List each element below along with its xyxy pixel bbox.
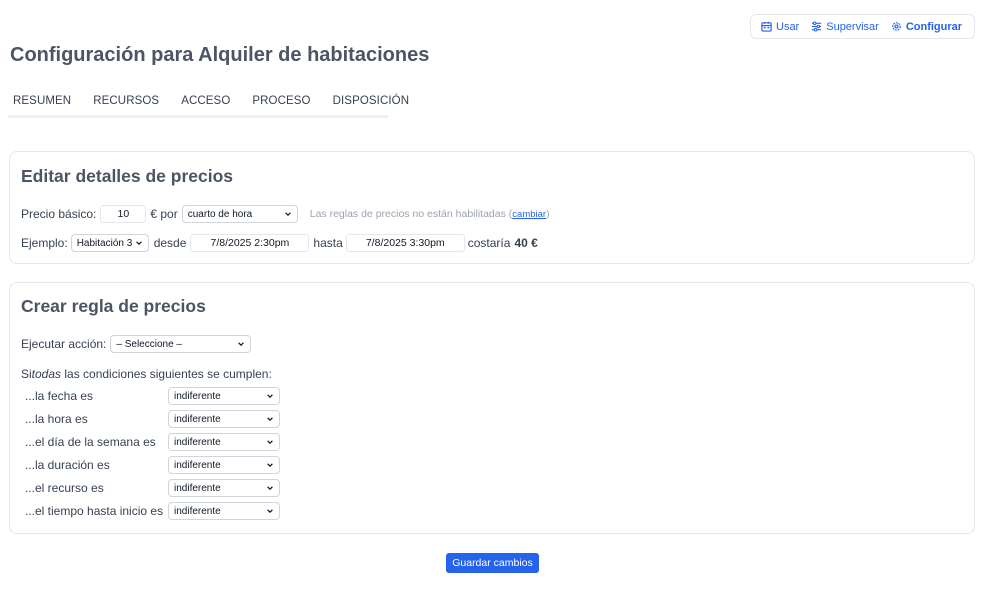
- per-label: € por: [150, 207, 178, 221]
- condition-value: indiferente: [174, 505, 221, 517]
- tab-layout[interactable]: DISPOSICIÓN: [328, 92, 415, 115]
- rules-disabled-note: Las reglas de precios no están habilitad…: [310, 208, 550, 220]
- chevron-down-icon: [267, 509, 273, 514]
- condition-lead-time-select[interactable]: indiferente: [168, 502, 280, 520]
- action-select[interactable]: – Seleccione –: [110, 335, 252, 353]
- calendar-icon: [761, 21, 772, 32]
- condition-value: indiferente: [174, 482, 221, 494]
- rule-card: Crear regla de precios Ejecutar acción: …: [9, 282, 975, 534]
- nav-use-label: Usar: [776, 20, 800, 33]
- tab-summary[interactable]: RESUMEN: [8, 92, 76, 115]
- action-value: – Seleccione –: [116, 338, 182, 350]
- condition-value: indiferente: [174, 413, 221, 425]
- base-price-input[interactable]: 10: [100, 205, 147, 223]
- condition-row-resource: ...el recurso es indiferente: [25, 479, 280, 497]
- gear-icon: [892, 22, 901, 31]
- condition-label: ...el recurso es: [25, 481, 104, 495]
- to-datetime-input[interactable]: 7/8/2025 3:30pm: [345, 234, 465, 252]
- rules-note-text: Las reglas de precios no están habilitad…: [309, 208, 513, 220]
- condition-duration-select[interactable]: indiferente: [168, 456, 280, 474]
- intro-emphasis: todas: [31, 367, 62, 381]
- nav-use[interactable]: Usar: [761, 21, 799, 33]
- chevron-down-icon: [135, 241, 142, 246]
- chevron-down-icon: [284, 212, 291, 217]
- sliders-icon: [812, 21, 822, 32]
- condition-row-weekday: ...el día de la semana es indiferente: [25, 433, 280, 451]
- top-nav: Usar Supervisar Configurar: [750, 14, 975, 39]
- base-price-label: Precio básico:: [21, 207, 97, 221]
- chevron-down-icon: [267, 394, 273, 399]
- intro-suffix: las condiciones siguientes se cumplen:: [61, 367, 272, 381]
- nav-configure-label: Configurar: [905, 20, 963, 33]
- price-unit-select[interactable]: cuarto de hora: [181, 205, 298, 223]
- condition-resource-select[interactable]: indiferente: [168, 479, 280, 497]
- condition-value: indiferente: [174, 436, 221, 448]
- condition-label: ...el tiempo hasta inicio es: [25, 504, 164, 518]
- base-price-row: Precio básico: 10 € por cuarto de hora L…: [21, 205, 550, 223]
- nav-supervise-label: Supervisar: [826, 20, 879, 33]
- cost-value: 40 €: [514, 236, 538, 250]
- intro-prefix: Si: [21, 367, 32, 381]
- chevron-down-icon: [267, 463, 273, 468]
- action-label: Ejecutar acción:: [21, 337, 107, 351]
- condition-label: ...el día de la semana es: [25, 435, 156, 449]
- rule-title: Crear regla de precios: [21, 296, 206, 316]
- condition-label: ...la duración es: [25, 458, 110, 472]
- tab-resources[interactable]: RECURSOS: [88, 92, 164, 115]
- condition-row-duration: ...la duración es indiferente: [25, 456, 280, 474]
- conditions-intro: Si todas las condiciones siguientes se c…: [21, 367, 272, 381]
- condition-weekday-select[interactable]: indiferente: [168, 433, 280, 451]
- tab-access[interactable]: ACCESO: [176, 92, 235, 115]
- condition-row-time: ...la hora es indiferente: [25, 410, 280, 428]
- from-label: desde: [153, 236, 187, 250]
- action-row: Ejecutar acción: – Seleccione –: [21, 335, 252, 353]
- condition-value: indiferente: [174, 459, 221, 471]
- save-button[interactable]: Guardar cambios: [446, 553, 539, 573]
- cost-label: costaría: [467, 236, 511, 250]
- condition-label: ...la fecha es: [25, 389, 94, 403]
- page-title: Configuración para Alquiler de habitacio…: [10, 44, 430, 66]
- chevron-down-icon: [267, 486, 273, 491]
- example-label: Ejemplo:: [21, 236, 68, 250]
- condition-value: indiferente: [174, 390, 221, 402]
- nav-configure[interactable]: Configurar: [891, 21, 962, 33]
- chevron-down-icon: [267, 440, 273, 445]
- example-room-value: Habitación 3: [76, 237, 133, 249]
- pricing-title: Editar detalles de precios: [21, 166, 234, 186]
- to-label: hasta: [313, 236, 343, 250]
- condition-date-select[interactable]: indiferente: [168, 387, 280, 405]
- tab-bar: RESUMEN RECURSOS ACCESO PROCESO DISPOSIC…: [8, 92, 409, 118]
- rules-note-end: ): [546, 208, 550, 220]
- condition-label: ...la hora es: [25, 412, 88, 426]
- pricing-card: Editar detalles de precios Precio básico…: [9, 151, 975, 264]
- nav-supervise[interactable]: Supervisar: [811, 21, 879, 33]
- condition-time-select[interactable]: indiferente: [168, 410, 280, 428]
- condition-row-lead-time: ...el tiempo hasta inicio es indiferente: [25, 502, 280, 520]
- example-row: Ejemplo: Habitación 3 desde 7/8/2025 2:3…: [21, 234, 538, 252]
- example-room-select[interactable]: Habitación 3: [70, 234, 149, 252]
- price-unit-value: cuarto de hora: [187, 208, 253, 220]
- condition-row-date: ...la fecha es indiferente: [25, 387, 280, 405]
- chevron-down-icon: [238, 342, 245, 347]
- change-rules-link[interactable]: cambiar: [512, 209, 546, 220]
- chevron-down-icon: [267, 417, 273, 422]
- tab-process[interactable]: PROCESO: [247, 92, 315, 115]
- from-datetime-input[interactable]: 7/8/2025 2:30pm: [190, 234, 310, 252]
